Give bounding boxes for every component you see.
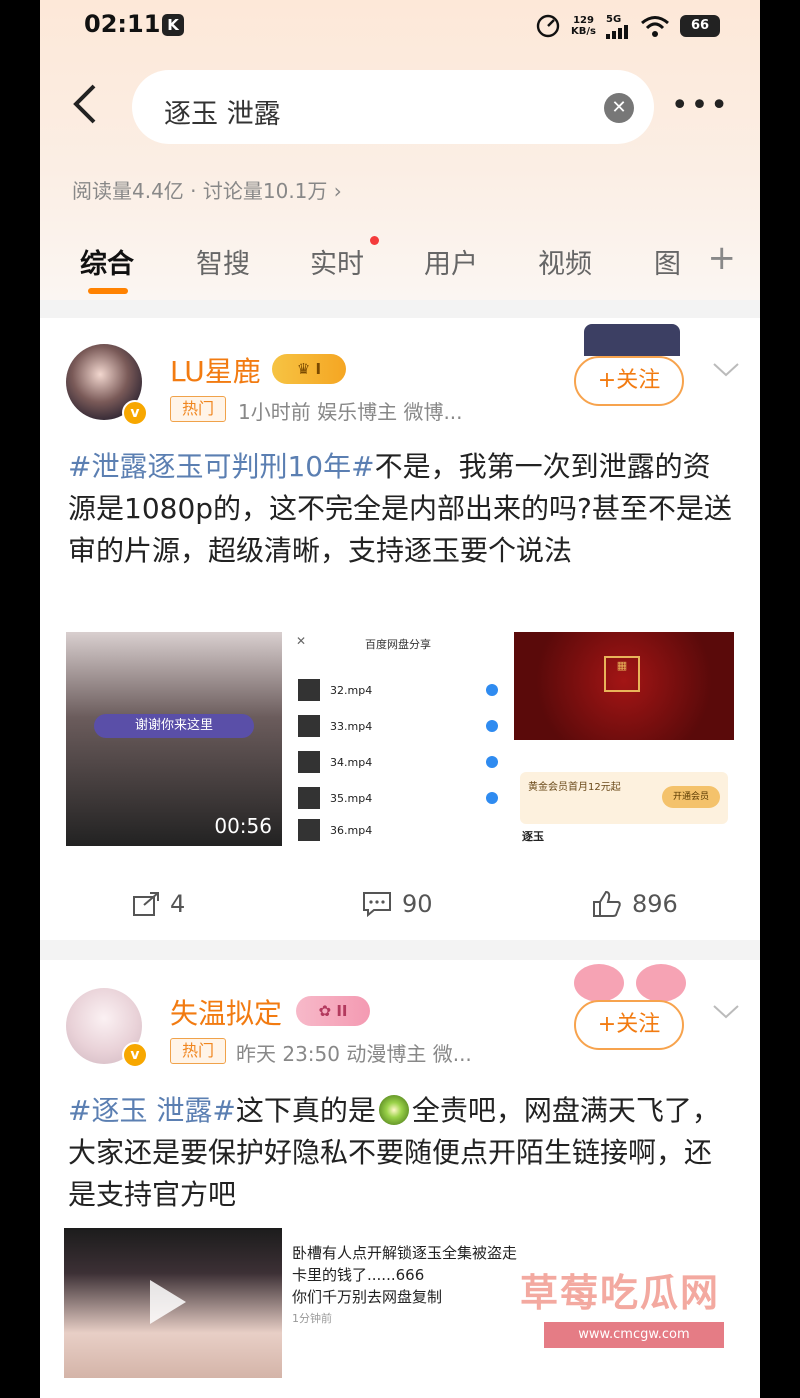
kiwi-emoji-icon xyxy=(378,1095,409,1125)
wifi-icon xyxy=(641,16,669,37)
tab-smart-search[interactable]: 智搜 xyxy=(196,242,250,281)
comment-button[interactable]: 90 xyxy=(362,890,433,918)
follow-decoration xyxy=(584,324,680,356)
active-tab-indicator xyxy=(88,288,128,294)
iqiyi-screenshot-thumbnail[interactable]: ▦ 黄金会员首月12元起 开通会员 逐玉 xyxy=(514,632,734,846)
follow-button[interactable]: +关注 xyxy=(574,356,684,406)
back-arrow-icon xyxy=(73,84,96,124)
app-k-icon: K xyxy=(162,14,184,36)
share-screenshot-thumbnail[interactable]: 百度网盘分享 ✕ 32.mp4 33.mp4 34.mp4 35.mp4 36.… xyxy=(290,632,506,846)
member-level-badge: ✿ II xyxy=(296,996,370,1026)
back-button[interactable] xyxy=(70,82,106,126)
share-file-list: 32.mp4 33.mp4 34.mp4 35.mp4 36.mp4 xyxy=(298,672,498,844)
cell-signal: 5G xyxy=(606,14,630,39)
repost-icon xyxy=(133,892,159,916)
share-title: 百度网盘分享 xyxy=(365,638,431,651)
more-options-button[interactable]: ••• xyxy=(671,88,730,123)
post-meta: 1小时前 娱乐博主 微博... xyxy=(238,400,463,424)
follow-decoration xyxy=(574,964,686,1004)
list-item: 34.mp4 xyxy=(298,744,498,780)
verified-badge-icon: v xyxy=(122,1042,148,1068)
post-actions: 4 90 896 xyxy=(40,878,760,938)
chevron-down-icon[interactable] xyxy=(712,362,740,378)
play-icon xyxy=(150,1280,186,1324)
thumbs-up-icon xyxy=(593,890,621,917)
follow-button[interactable]: +关注 xyxy=(574,1000,684,1050)
tab-realtime[interactable]: 实时 xyxy=(310,242,364,281)
chevron-down-icon[interactable] xyxy=(712,1004,740,1020)
like-button[interactable]: 896 xyxy=(592,890,678,918)
tab-images[interactable]: 图 xyxy=(654,242,681,281)
tab-users[interactable]: 用户 xyxy=(424,242,478,281)
clock: 02:11 xyxy=(84,10,161,38)
list-item: 35.mp4 xyxy=(298,780,498,816)
checkbox-checked-icon xyxy=(486,756,498,768)
video-file-icon xyxy=(298,751,320,773)
search-query: 逐玉 泄露 xyxy=(164,99,281,130)
post-card[interactable]: v LU星鹿 ♛ I 热门 1小时前 娱乐博主 微博... +关注 #泄露逐玉可… xyxy=(40,318,760,940)
clear-search-button[interactable]: ✕ xyxy=(604,93,634,123)
hot-tag: 热门 xyxy=(170,1038,226,1064)
signal-bars-icon xyxy=(606,24,628,39)
list-item: 33.mp4 xyxy=(298,708,498,744)
post-meta: 昨天 23:50 动漫博主 微... xyxy=(236,1042,472,1066)
status-bar: 02:11 K 129 KB/s 5G 66 xyxy=(40,0,760,52)
status-indicators: 129 KB/s 5G 66 xyxy=(535,12,720,40)
watermark-url: www.cmcgw.com xyxy=(544,1322,724,1348)
member-level-badge: ♛ I xyxy=(272,354,346,384)
topic-stats[interactable]: 阅读量4.4亿 · 讨论量10.1万 › xyxy=(72,175,342,204)
video-caption-pill: 谢谢你来这里 xyxy=(94,714,254,738)
watermark-title: 草莓吃瓜网 xyxy=(520,1271,721,1315)
comment-icon xyxy=(363,892,391,917)
list-item: 32.mp4 xyxy=(298,672,498,708)
realtime-notification-dot xyxy=(370,236,379,245)
speed-gauge-icon xyxy=(536,14,560,38)
post-text: #泄露逐玉可判刑10年#不是，我第一次到泄露的资源是1080p的，这不完全是内部… xyxy=(68,450,732,567)
hashtag-link[interactable]: #泄露逐玉可判刑10年# xyxy=(68,450,375,483)
tab-videos[interactable]: 视频 xyxy=(538,242,592,281)
video-file-icon xyxy=(298,715,320,737)
username[interactable]: 失温拟定 xyxy=(170,992,282,1032)
hot-tag: 热门 xyxy=(170,396,226,422)
video-thumbnail[interactable] xyxy=(64,1228,282,1378)
quoted-post-preview[interactable]: 卧槽有人点开解锁逐玉全集被盗走 卡里的钱了......666 你们千万别去网盘复… xyxy=(292,1242,542,1362)
vip-promo-banner: 黄金会员首月12元起 开通会员 xyxy=(520,772,728,824)
checkbox-checked-icon xyxy=(486,720,498,732)
video-duration: 00:56 xyxy=(214,814,272,838)
search-input[interactable]: 逐玉 泄露 ✕ xyxy=(132,70,654,144)
video-file-icon xyxy=(298,819,320,841)
post-text: #逐玉 泄露#这下真的是 全责吧，网盘满天飞了，大家还是要保护好隐私不要随便点开陌… xyxy=(68,1094,720,1211)
tab-comprehensive[interactable]: 综合 xyxy=(80,242,134,281)
list-item: 36.mp4 xyxy=(298,816,498,844)
search-bar-row: 逐玉 泄露 ✕ ••• xyxy=(40,62,760,146)
username[interactable]: LU星鹿 xyxy=(170,350,261,390)
video-file-icon xyxy=(298,679,320,701)
search-header-zone: 02:11 K 129 KB/s 5G 66 逐玉 泄露 ✕ ••• 阅读量4.… xyxy=(40,0,760,300)
battery-indicator: 66 xyxy=(680,15,720,37)
hashtag-link[interactable]: #逐玉 泄露# xyxy=(68,1094,236,1127)
repost-button[interactable]: 4 xyxy=(132,890,185,918)
video-thumbnail[interactable]: 谢谢你来这里 00:56 xyxy=(66,632,282,846)
network-speed: 129 KB/s xyxy=(571,15,596,37)
verified-badge-icon: v xyxy=(122,400,148,426)
checkbox-checked-icon xyxy=(486,684,498,696)
video-file-icon xyxy=(298,787,320,809)
add-tab-button[interactable]: + xyxy=(708,238,737,278)
show-logo: ▦ xyxy=(604,656,640,692)
site-watermark: 草莓吃瓜网 www.cmcgw.com xyxy=(514,1258,760,1398)
close-icon: ✕ xyxy=(296,634,307,648)
checkbox-checked-icon xyxy=(486,792,498,804)
search-tabs: 综合 智搜 实时 用户 视频 图 + xyxy=(40,236,760,296)
phone-screen: 02:11 K 129 KB/s 5G 66 逐玉 泄露 ✕ ••• 阅读量4.… xyxy=(40,0,760,1398)
player-area: ▦ xyxy=(514,632,734,740)
